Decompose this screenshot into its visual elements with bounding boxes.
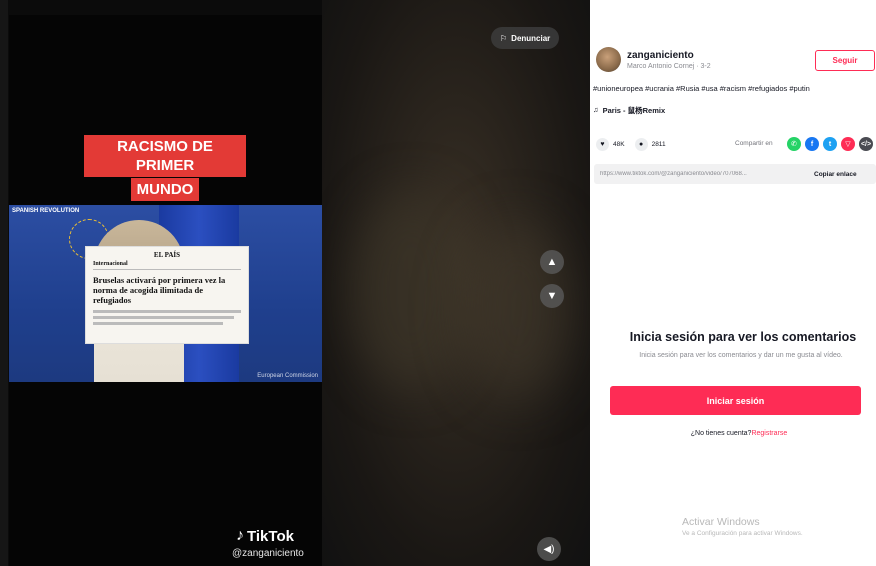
twitter-icon[interactable]: t: [823, 137, 837, 151]
login-title: Inicia sesión para ver los comentarios: [629, 330, 857, 344]
post-hashtags[interactable]: #unioneuropea #ucrania #Rusia #usa #raci…: [593, 84, 810, 93]
volume-icon: ◀): [543, 543, 555, 555]
chevron-down-icon: ▼: [546, 290, 558, 302]
blur-blob: [462, 220, 572, 400]
watermark-subtitle: Ve a Configuración para activar Windows.: [682, 530, 803, 537]
video-area: RACISMO DE PRIMER MUNDO SPANISH REVOLUTI…: [0, 0, 590, 566]
frame-edge: [0, 0, 8, 566]
follow-button[interactable]: Seguir: [815, 50, 875, 71]
watermark-title: Activar Windows: [682, 516, 760, 528]
blurred-background: [322, 0, 590, 566]
login-button[interactable]: Iniciar sesión: [610, 386, 861, 415]
comment-stat[interactable]: ● 2811: [634, 138, 666, 151]
author-info[interactable]: zanganiciento Marco Antonio Cornej · 3-2: [596, 47, 711, 72]
comment-icon: ●: [634, 138, 648, 151]
author-username[interactable]: zanganiciento: [627, 50, 711, 61]
details-panel: zanganiciento Marco Antonio Cornej · 3-2…: [590, 0, 876, 566]
previous-video-button[interactable]: ▲: [540, 250, 564, 274]
author-text: zanganiciento Marco Antonio Cornej · 3-2: [627, 50, 711, 70]
share-more-icon[interactable]: ▽: [841, 137, 855, 151]
news-article-card: EL PAÍS Internacional Bruselas activará …: [85, 246, 249, 344]
tiktok-video-page: RACISMO DE PRIMER MUNDO SPANISH REVOLUTI…: [0, 0, 876, 566]
tiktok-logo-icon: ♪: [236, 527, 244, 544]
article-body-lines: [93, 310, 241, 325]
volume-button[interactable]: ◀): [537, 537, 561, 561]
like-stat[interactable]: ♥ 48K: [596, 138, 625, 151]
avatar[interactable]: [596, 47, 621, 72]
share-icons: ✆ f t ▽ </>: [787, 137, 873, 151]
caption-line-1: RACISMO DE PRIMER: [84, 135, 246, 177]
article-headline: Bruselas activará por primera vez la nor…: [93, 275, 226, 305]
signup-prompt: ¿No tienes cuenta?Registrarse: [590, 430, 876, 437]
copy-link-button[interactable]: Copiar enlace: [806, 171, 857, 178]
tiktok-watermark-user: @zanganiciento: [232, 548, 304, 559]
article-section: Internacional: [93, 261, 241, 270]
music-link[interactable]: ♫ Paris - 鼠杨Remix: [593, 105, 665, 116]
flag-icon: ⚐: [500, 33, 508, 43]
photo-sponsor: SPANISH REVOLUTION: [12, 208, 80, 214]
comment-count: 2811: [651, 141, 666, 148]
share-label: Compartir en: [735, 140, 773, 147]
embed-icon[interactable]: </>: [859, 137, 873, 151]
music-title: Paris - 鼠杨Remix: [602, 106, 666, 115]
register-link[interactable]: Registrarse: [751, 430, 787, 437]
tiktok-watermark: ♪ TikTok: [236, 527, 294, 545]
no-account-text: ¿No tienes cuenta?: [690, 430, 752, 437]
copy-link-row: https://www.tiktok.com/@zanganiciento/vi…: [594, 164, 876, 184]
caption-line-2: MUNDO: [130, 178, 200, 201]
video-url[interactable]: https://www.tiktok.com/@zanganiciento/vi…: [594, 171, 806, 177]
blur-blob: [352, 190, 472, 390]
next-video-button[interactable]: ▼: [540, 284, 564, 308]
article-brand: EL PAÍS: [153, 251, 181, 259]
like-count: 48K: [613, 141, 625, 148]
engagement-stats: ♥ 48K ● 2811: [596, 138, 666, 151]
report-label: Denunciar: [511, 33, 551, 43]
chevron-up-icon: ▲: [546, 256, 558, 268]
report-button[interactable]: ⚐ Denunciar: [491, 27, 560, 49]
tiktok-watermark-brand: TikTok: [247, 527, 294, 545]
heart-icon: ♥: [596, 138, 609, 151]
video-caption: RACISMO DE PRIMER MUNDO: [84, 135, 246, 201]
author-subtitle: Marco Antonio Cornej · 3-2: [627, 62, 711, 70]
photo-credit: European Commission: [257, 373, 318, 379]
facebook-icon[interactable]: f: [805, 137, 819, 151]
music-note-icon: ♫: [593, 105, 599, 114]
login-subtitle: Inicia sesión para ver los comentarios y…: [639, 352, 843, 359]
windows-activation-watermark: Activar Windows Ve a Configuración para …: [682, 516, 803, 537]
whatsapp-icon[interactable]: ✆: [787, 137, 801, 151]
